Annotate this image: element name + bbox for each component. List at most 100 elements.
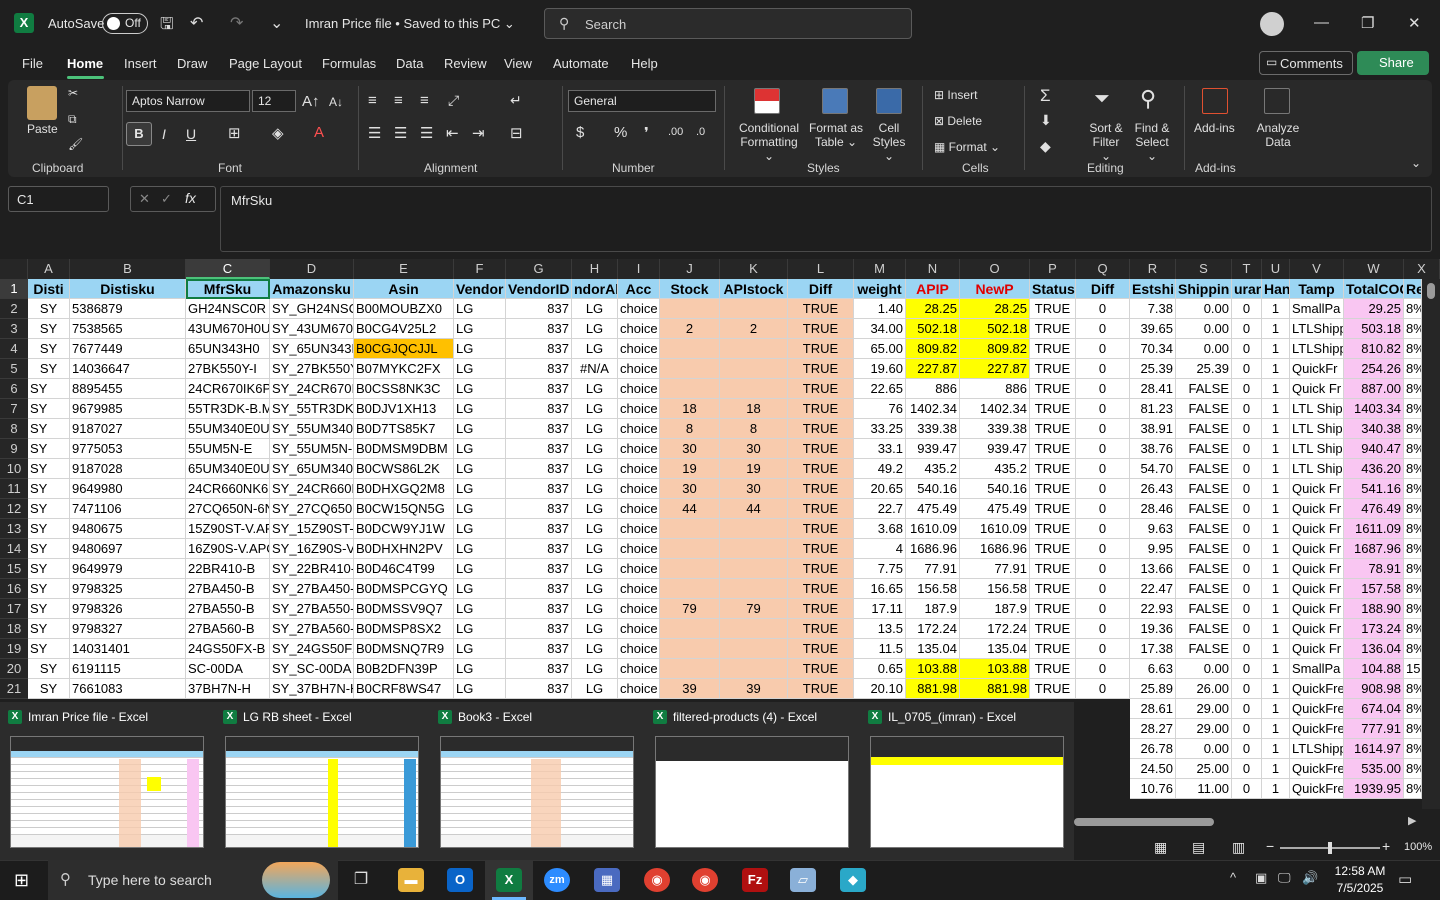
decrease-decimal-icon[interactable]: .0 [696, 126, 705, 138]
table-cell[interactable]: SY_55TR3DK-E [270, 399, 354, 419]
table-cell[interactable]: 1.40 [854, 299, 906, 319]
table-cell[interactable]: 8% [1404, 459, 1422, 479]
align-left-icon[interactable]: ☰ [368, 124, 381, 142]
tab-page-layout[interactable]: Page Layout [229, 56, 302, 71]
header-cell[interactable]: Estship [1130, 279, 1176, 299]
row-header[interactable]: 1 [0, 279, 28, 299]
table-cell[interactable]: 0.00 [1176, 319, 1232, 339]
table-cell[interactable]: LG [454, 299, 506, 319]
table-cell[interactable]: TRUE [1030, 499, 1076, 519]
system-tray-chevron-icon[interactable]: ^ [1230, 870, 1236, 885]
table-cell[interactable]: choice [618, 459, 660, 479]
table-cell[interactable]: 136.04 [1344, 639, 1404, 659]
table-cell[interactable] [660, 579, 720, 599]
table-cell[interactable]: 5386879 [70, 299, 186, 319]
find-select-button[interactable]: Find & Select ⌄ [1130, 121, 1174, 163]
table-cell[interactable]: choice [618, 559, 660, 579]
table-cell[interactable]: 27BA450-B [186, 579, 270, 599]
table-cell[interactable]: 0 [1076, 359, 1130, 379]
column-header-h[interactable]: H [572, 259, 618, 279]
header-cell[interactable]: Stock [660, 279, 720, 299]
table-cell[interactable]: QuickFre [1290, 779, 1344, 799]
table-cell[interactable]: 18 [720, 399, 788, 419]
table-cell[interactable]: 81.23 [1130, 399, 1176, 419]
table-cell[interactable]: 2 [660, 319, 720, 339]
number-format-select[interactable]: General [568, 90, 716, 112]
table-cell[interactable]: 0 [1232, 659, 1262, 679]
table-cell[interactable]: choice [618, 379, 660, 399]
zoom-slider[interactable] [1280, 842, 1380, 854]
table-cell[interactable]: FALSE [1176, 559, 1232, 579]
table-cell[interactable]: 0.00 [1176, 659, 1232, 679]
table-cell[interactable]: 227.87 [960, 359, 1030, 379]
calculator-icon[interactable]: ▦ [594, 868, 620, 892]
table-cell[interactable]: TRUE [788, 479, 854, 499]
table-cell[interactable]: GH24NSC0R [186, 299, 270, 319]
table-cell[interactable]: 535.00 [1344, 759, 1404, 779]
table-cell[interactable]: 809.82 [960, 339, 1030, 359]
column-header-m[interactable]: M [854, 259, 906, 279]
row-header[interactable]: 15 [0, 559, 28, 579]
table-cell[interactable]: 15Z90ST-V.AF [186, 519, 270, 539]
table-cell[interactable]: B0DMSNQ7R9 [354, 639, 454, 659]
table-cell[interactable]: 9775053 [70, 439, 186, 459]
table-cell[interactable]: 837 [506, 659, 572, 679]
table-cell[interactable]: 1 [1262, 499, 1290, 519]
table-cell[interactable] [720, 359, 788, 379]
table-cell[interactable]: 0 [1076, 619, 1130, 639]
table-cell[interactable]: 7677449 [70, 339, 186, 359]
table-cell[interactable]: choice [618, 359, 660, 379]
table-cell[interactable]: 44 [660, 499, 720, 519]
table-cell[interactable]: 24GS50FX-B [186, 639, 270, 659]
table-cell[interactable]: TRUE [788, 579, 854, 599]
table-cell[interactable]: choice [618, 639, 660, 659]
minimize-icon[interactable]: — [1314, 14, 1329, 31]
header-cell[interactable]: Amazonsku [270, 279, 354, 299]
zoom-app-icon[interactable]: zm [544, 868, 570, 892]
table-cell[interactable]: LG [572, 339, 618, 359]
table-cell[interactable] [720, 539, 788, 559]
wrap-text-icon[interactable]: ↵ [510, 92, 522, 109]
table-cell[interactable]: 0 [1232, 539, 1262, 559]
table-cell[interactable]: SY_GH24NSC0 [270, 299, 354, 319]
table-cell[interactable]: LG [454, 559, 506, 579]
table-cell[interactable]: 104.88 [1344, 659, 1404, 679]
table-cell[interactable]: SY [28, 419, 70, 439]
table-cell[interactable]: TRUE [788, 439, 854, 459]
table-cell[interactable]: Quick Fr [1290, 639, 1344, 659]
table-cell[interactable]: choice [618, 519, 660, 539]
table-cell[interactable]: 340.38 [1344, 419, 1404, 439]
table-cell[interactable]: 37BH7N-H [186, 679, 270, 699]
header-cell[interactable]: Diff [1076, 279, 1130, 299]
table-cell[interactable] [720, 519, 788, 539]
undo-icon[interactable]: ↶ [190, 13, 203, 33]
table-cell[interactable]: 9480697 [70, 539, 186, 559]
table-cell[interactable]: choice [618, 679, 660, 699]
header-cell[interactable]: ndorAll [572, 279, 618, 299]
table-cell[interactable]: Quick Fr [1290, 519, 1344, 539]
table-cell[interactable]: 1 [1262, 359, 1290, 379]
notes-app-icon[interactable]: ▱ [790, 868, 816, 892]
table-cell[interactable]: 15% [1404, 659, 1422, 679]
cancel-icon[interactable]: ✕ [139, 191, 150, 207]
header-cell[interactable]: Status [1030, 279, 1076, 299]
table-cell[interactable]: 908.98 [1344, 679, 1404, 699]
table-cell[interactable]: 886 [960, 379, 1030, 399]
table-cell[interactable]: 1686.96 [906, 539, 960, 559]
table-cell[interactable]: TRUE [788, 359, 854, 379]
row-header[interactable]: 9 [0, 439, 28, 459]
table-cell[interactable]: 0 [1076, 579, 1130, 599]
table-cell[interactable]: 837 [506, 479, 572, 499]
table-cell[interactable]: SY_24CR670IK [270, 379, 354, 399]
table-cell[interactable]: 0 [1232, 319, 1262, 339]
redo-icon[interactable]: ↷ [230, 13, 243, 33]
paste-button[interactable]: Paste [27, 122, 58, 136]
table-cell[interactable]: 8% [1404, 439, 1422, 459]
percent-icon[interactable]: % [614, 124, 627, 141]
table-cell[interactable]: TRUE [1030, 579, 1076, 599]
table-cell[interactable]: B0DMSPCGYQ [354, 579, 454, 599]
table-cell[interactable] [720, 619, 788, 639]
table-cell[interactable]: QuickFre [1290, 719, 1344, 739]
table-cell[interactable]: 6191115 [70, 659, 186, 679]
table-cell[interactable]: choice [618, 439, 660, 459]
